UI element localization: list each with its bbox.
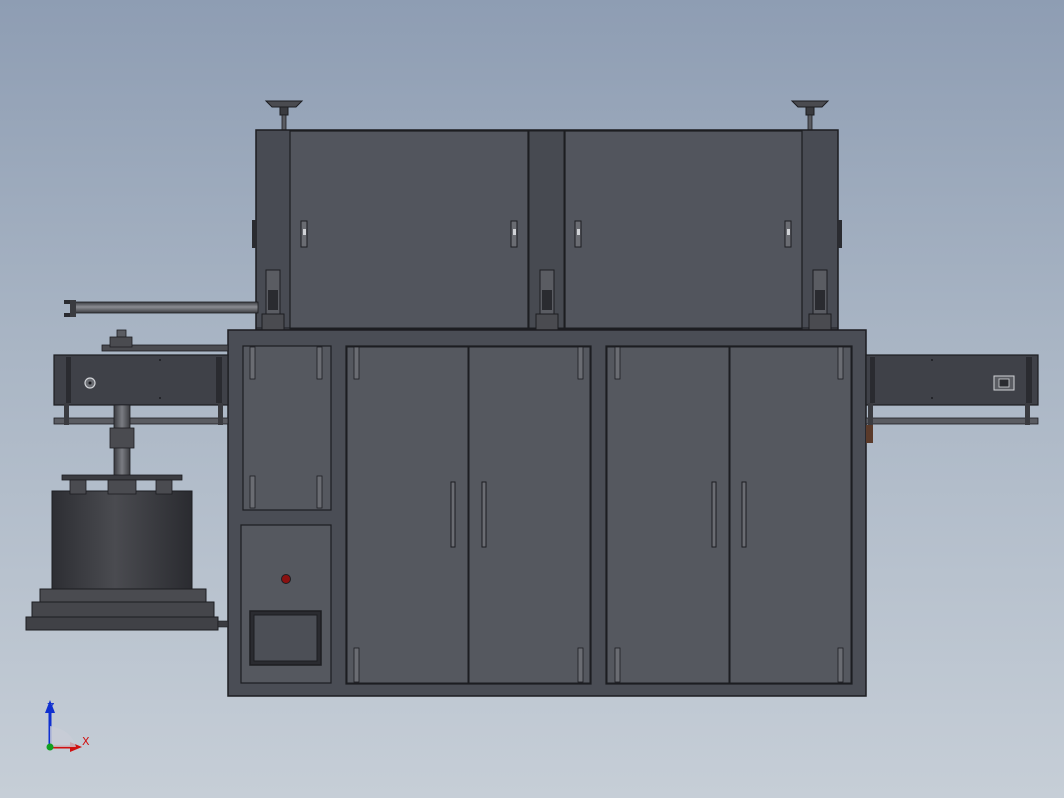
axis-z-label: Z (47, 701, 55, 714)
left-hood-handwheel (264, 100, 304, 132)
right-right-door[interactable] (729, 346, 852, 684)
main-cabinet (227, 329, 867, 697)
axis-x-label: X (82, 735, 90, 748)
middle-right-door[interactable] (468, 346, 591, 684)
hood-left-panel[interactable] (289, 130, 529, 330)
door-handle[interactable] (481, 481, 487, 548)
right-hood-handwheel (790, 100, 830, 132)
door-handle[interactable] (741, 481, 747, 548)
emergency-stop-button[interactable] (281, 574, 291, 584)
left-conveyor (53, 344, 229, 425)
axis-triad[interactable]: Z X (45, 700, 90, 752)
middle-left-door[interactable] (346, 346, 469, 684)
hood-latch[interactable] (300, 220, 308, 248)
upper-left-door[interactable] (242, 345, 332, 511)
hood-right-panel[interactable] (564, 130, 803, 330)
hood-latch[interactable] (784, 220, 792, 248)
door-handle[interactable] (450, 481, 456, 548)
door-handle[interactable] (711, 481, 717, 548)
axis-origin-icon (46, 743, 54, 751)
machine-drawing: Z X (25, 100, 1039, 752)
right-door-pair (605, 345, 853, 685)
right-conveyor (865, 354, 1039, 443)
cad-viewport[interactable]: Z X (0, 0, 1064, 798)
hood-latch[interactable] (510, 220, 518, 248)
hood-latch[interactable] (574, 220, 582, 248)
upper-hood (252, 100, 842, 333)
control-panel (240, 524, 332, 684)
middle-door-pair (345, 345, 592, 685)
feed-pipe (64, 300, 259, 317)
conveyor-sensor-icon (993, 375, 1015, 391)
right-left-door[interactable] (606, 346, 730, 684)
